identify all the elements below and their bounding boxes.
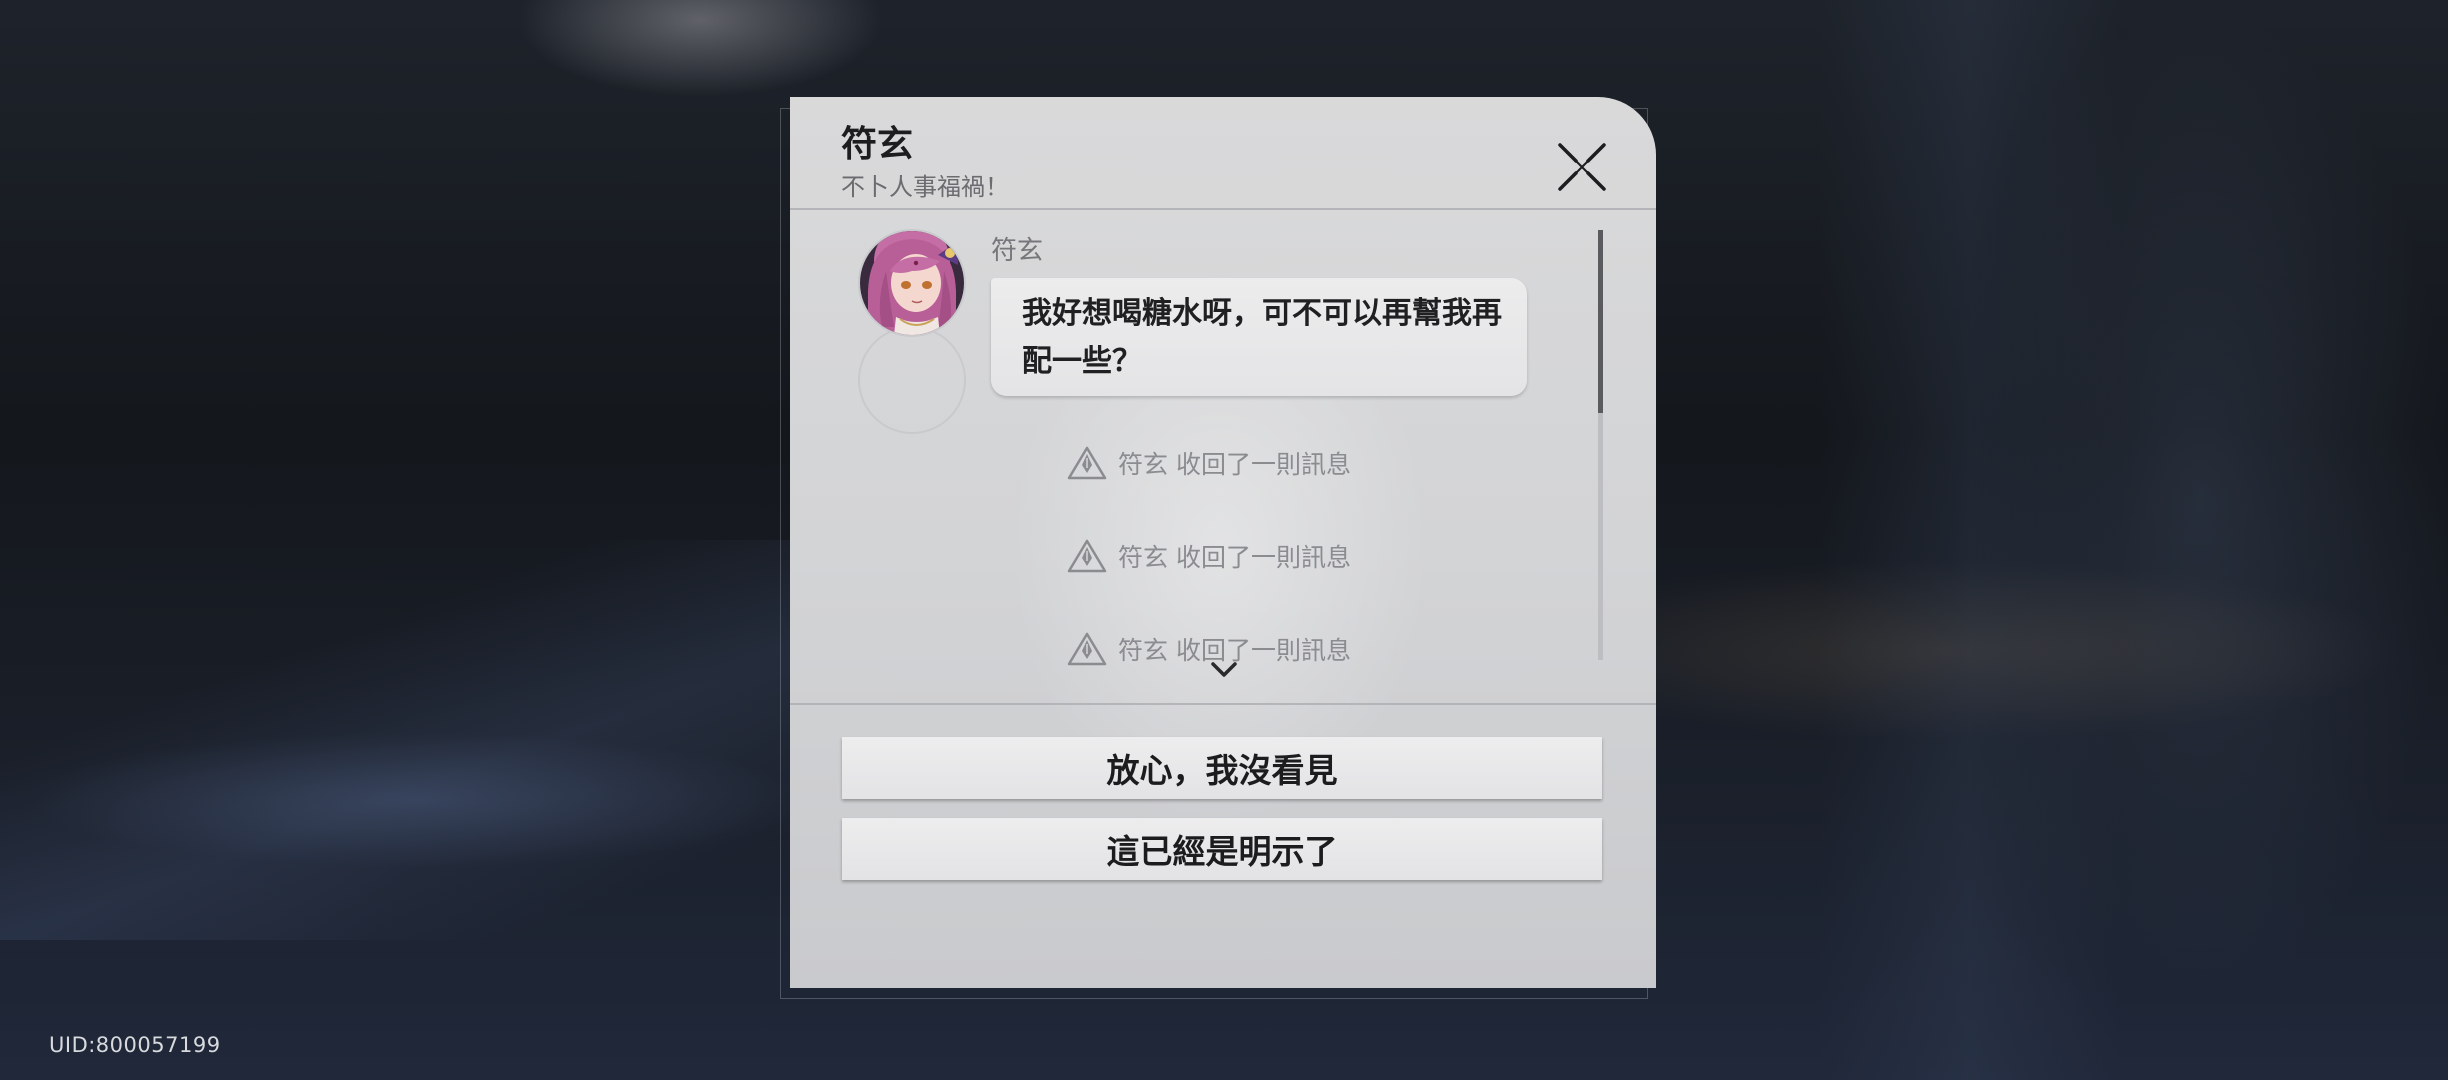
close-button[interactable] [1554,139,1610,195]
warning-triangle-icon [1067,446,1107,480]
scroll-down-button[interactable] [1209,658,1239,680]
recall-notice-text: 符玄 收回了一則訊息 [1118,543,1351,572]
contact-name: 符玄 [841,124,914,165]
message-text: 我好想喝糖水呀，可不可以再幫我再配一些？ [1022,296,1502,379]
chat-divider [790,703,1656,705]
chat-avatar[interactable] [860,231,964,335]
chevron-down-icon [1211,662,1237,677]
recall-notice-text: 符玄 收回了一則訊息 [1118,450,1351,479]
reply-option-2[interactable]: 這已經是明示了 [842,818,1602,880]
warning-triangle-icon [1067,539,1107,573]
recall-notice-1: 符玄 收回了一則訊息 [1066,443,1351,483]
message-bubble: 我好想喝糖水呀，可不可以再幫我再配一些？ [991,278,1527,396]
reply-option-label: 這已經是明示了 [1106,832,1338,871]
reply-option-1[interactable]: 放心，我沒看見 [842,737,1602,799]
close-icon [1558,143,1606,191]
player-uid: UID:800057199 [49,1033,221,1057]
scrollbar-thumb[interactable] [1598,230,1603,413]
contact-signature: 不卜人事福禍！ [841,173,1009,201]
avatar[interactable] [860,328,964,432]
warning-triangle-icon [1067,632,1107,666]
reply-option-label: 放心，我沒看見 [1106,751,1338,790]
dialog-header: 符玄 不卜人事福禍！ [790,97,1656,210]
scrollbar[interactable] [1598,230,1603,660]
avatar-portrait [860,231,964,335]
recall-notice-2: 符玄 收回了一則訊息 [1066,536,1351,576]
sender-name: 符玄 [991,236,1044,266]
